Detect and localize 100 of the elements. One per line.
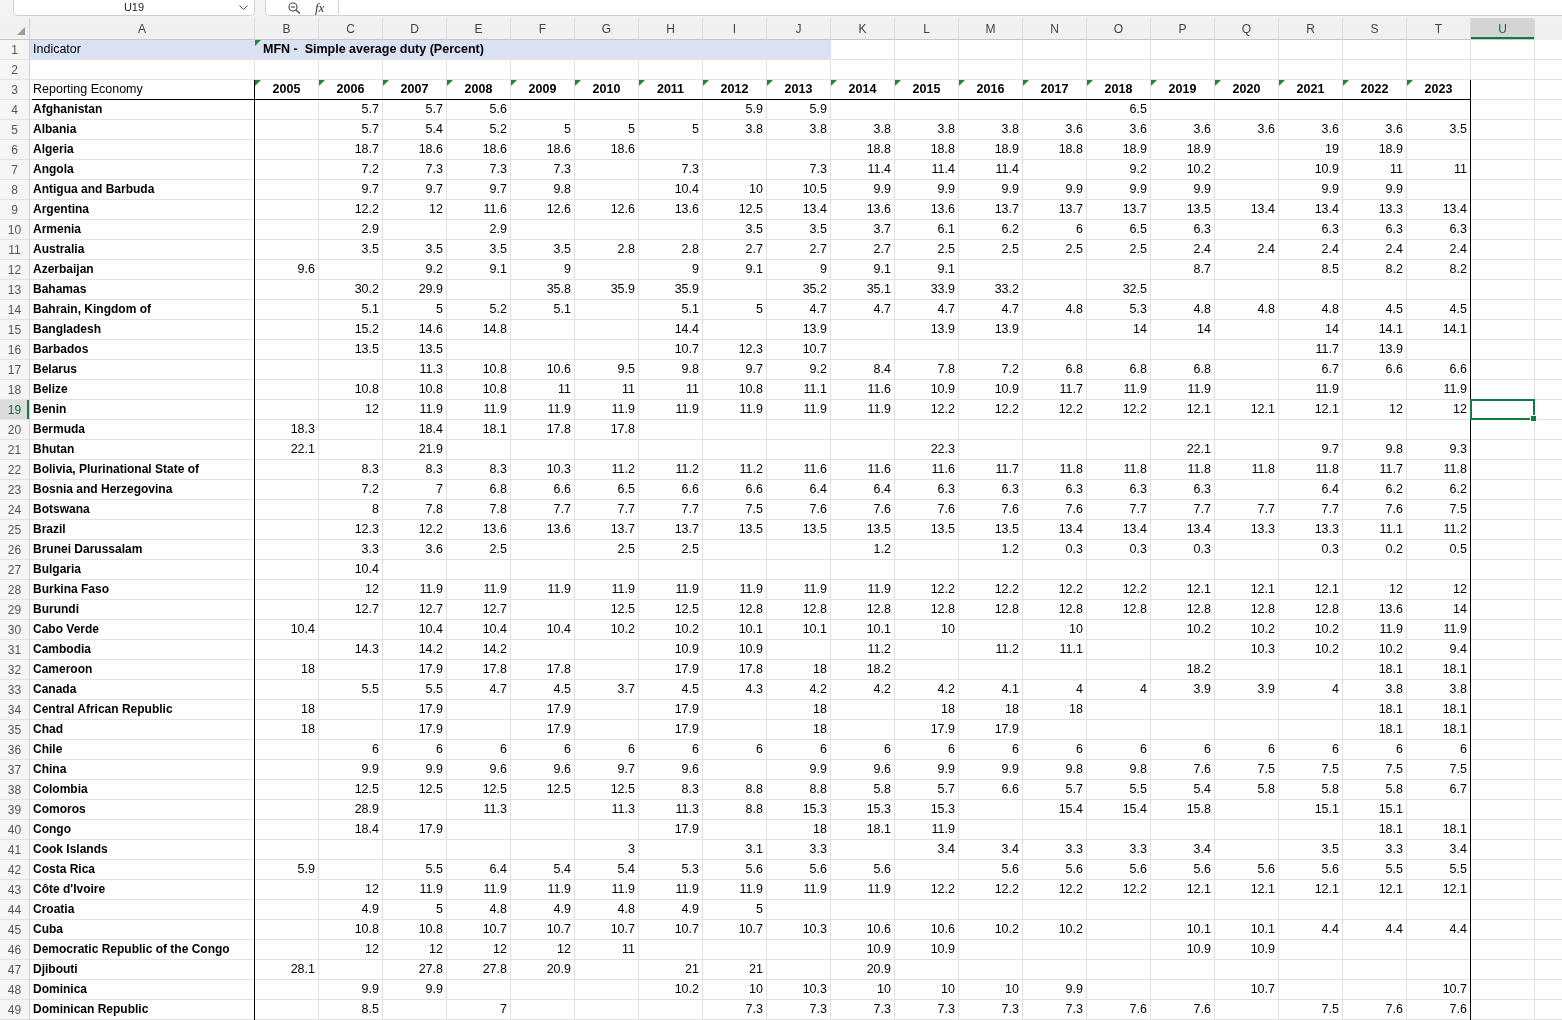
table-cell-text: 7.5 — [1448, 501, 1468, 518]
table-cell-text: 3.9 — [1192, 681, 1212, 698]
table-cell-text: 8 — [371, 501, 380, 518]
name-box[interactable]: U19 — [13, 0, 255, 16]
column-header[interactable]: K — [831, 18, 895, 40]
row-header[interactable]: 23 — [0, 480, 30, 500]
column-header[interactable]: N — [1023, 18, 1087, 40]
column-header[interactable]: S — [1343, 18, 1407, 40]
row-header[interactable]: 19 — [0, 400, 30, 420]
table-cell-text: 7.6 — [1384, 501, 1404, 518]
row-header[interactable]: 35 — [0, 720, 30, 740]
table-cell-text: 33.2 — [993, 281, 1020, 298]
column-header[interactable]: O — [1087, 18, 1151, 40]
row-header[interactable]: 24 — [0, 500, 30, 520]
column-header[interactable]: R — [1279, 18, 1343, 40]
table-cell-text: 15.3 — [929, 801, 956, 818]
row-header[interactable]: 20 — [0, 420, 30, 440]
column-header[interactable]: M — [959, 18, 1023, 40]
row-header[interactable]: 3 — [0, 80, 30, 100]
row-header[interactable]: 5 — [0, 120, 30, 140]
row-header[interactable]: 38 — [0, 780, 30, 800]
row-header[interactable]: 13 — [0, 280, 30, 300]
row-header[interactable]: 28 — [0, 580, 30, 600]
row-header[interactable]: 46 — [0, 940, 30, 960]
column-heading: 2023 — [1424, 82, 1453, 97]
row-header[interactable]: 18 — [0, 380, 30, 400]
row-header[interactable]: 43 — [0, 880, 30, 900]
row-header[interactable]: 11 — [0, 240, 30, 260]
column-header[interactable]: Q — [1215, 18, 1279, 40]
row-label: Costa Rica — [32, 861, 97, 878]
row-header[interactable]: 40 — [0, 820, 30, 840]
table-cell-text: 13.6 — [1377, 601, 1404, 618]
formula-bar[interactable]: fx — [265, 0, 1562, 16]
row-label: Barbados — [32, 341, 90, 358]
row-header[interactable]: 48 — [0, 980, 30, 1000]
row-header[interactable]: 37 — [0, 760, 30, 780]
function-button[interactable]: fx — [315, 0, 325, 15]
table-cell-text: 6 — [499, 741, 508, 758]
row-header[interactable]: 27 — [0, 560, 30, 580]
row-header[interactable]: 34 — [0, 700, 30, 720]
column-heading: 2011 — [656, 82, 685, 97]
row-label: Colombia — [32, 781, 89, 798]
table-cell-text: 18.2 — [865, 661, 892, 678]
selected-cell[interactable] — [1470, 399, 1535, 420]
row-header[interactable]: 44 — [0, 900, 30, 920]
row-header[interactable]: 7 — [0, 160, 30, 180]
row-header[interactable]: 33 — [0, 680, 30, 700]
row-header[interactable]: 39 — [0, 800, 30, 820]
row-header[interactable]: 6 — [0, 140, 30, 160]
row-header[interactable]: 45 — [0, 920, 30, 940]
row-header[interactable]: 29 — [0, 600, 30, 620]
row-header[interactable]: 17 — [0, 360, 30, 380]
row-header[interactable]: 41 — [0, 840, 30, 860]
table-cell-text: 18.1 — [1441, 661, 1468, 678]
table-cell-text: 18 — [300, 661, 316, 678]
row-header[interactable]: 31 — [0, 640, 30, 660]
row-header[interactable]: 14 — [0, 300, 30, 320]
row-header[interactable]: 8 — [0, 180, 30, 200]
magnifier-icon[interactable] — [288, 1, 301, 14]
row-header[interactable]: 4 — [0, 100, 30, 120]
column-heading: 2015 — [912, 82, 941, 97]
table-cell-text: 17.8 — [545, 661, 572, 678]
table-cell-text: 12 — [492, 941, 508, 958]
table-cell-text: 11.8 — [1122, 461, 1148, 478]
table-cell-text: 18 — [300, 701, 316, 718]
table-cell-text: 35.8 — [545, 281, 572, 298]
row-header[interactable]: 47 — [0, 960, 30, 980]
row-header[interactable]: 26 — [0, 540, 30, 560]
row-header[interactable]: 36 — [0, 740, 30, 760]
row-label: Canada — [32, 681, 78, 698]
row-header[interactable]: 21 — [0, 440, 30, 460]
row-header[interactable]: 9 — [0, 200, 30, 220]
table-cell-text: 11.7 — [994, 461, 1020, 478]
table-cell-text: 15.3 — [801, 801, 828, 818]
row-header[interactable]: 22 — [0, 460, 30, 480]
table-cell-text: 4.8 — [1320, 301, 1340, 318]
table-cell-text: 12 — [364, 581, 380, 598]
table-cell-text: 4.8 — [488, 901, 508, 918]
row-header[interactable]: 32 — [0, 660, 30, 680]
table-cell-text: 9.9 — [1128, 181, 1148, 198]
column-header[interactable]: U — [1471, 18, 1535, 40]
row-label: Azerbaijan — [32, 261, 95, 278]
row-header[interactable]: 10 — [0, 220, 30, 240]
row-header[interactable]: 16 — [0, 340, 30, 360]
row-header[interactable]: 1 — [0, 40, 30, 60]
fill-handle-icon[interactable] — [1530, 415, 1537, 422]
row-header[interactable]: 49 — [0, 1000, 30, 1020]
row-header[interactable]: 15 — [0, 320, 30, 340]
row-header[interactable]: 2 — [0, 60, 30, 80]
column-header[interactable]: P — [1151, 18, 1215, 40]
caret-icon[interactable] — [239, 5, 248, 10]
table-cell-text: 10.3 — [545, 461, 572, 478]
row-header[interactable]: 25 — [0, 520, 30, 540]
table-cell-text: 4.9 — [360, 901, 380, 918]
row-header[interactable]: 42 — [0, 860, 30, 880]
column-header[interactable]: L — [895, 18, 959, 40]
table-cell-text: 6 — [1075, 741, 1084, 758]
row-header[interactable]: 30 — [0, 620, 30, 640]
table-cell-text: 13.5 — [865, 521, 892, 538]
row-header[interactable]: 12 — [0, 260, 30, 280]
